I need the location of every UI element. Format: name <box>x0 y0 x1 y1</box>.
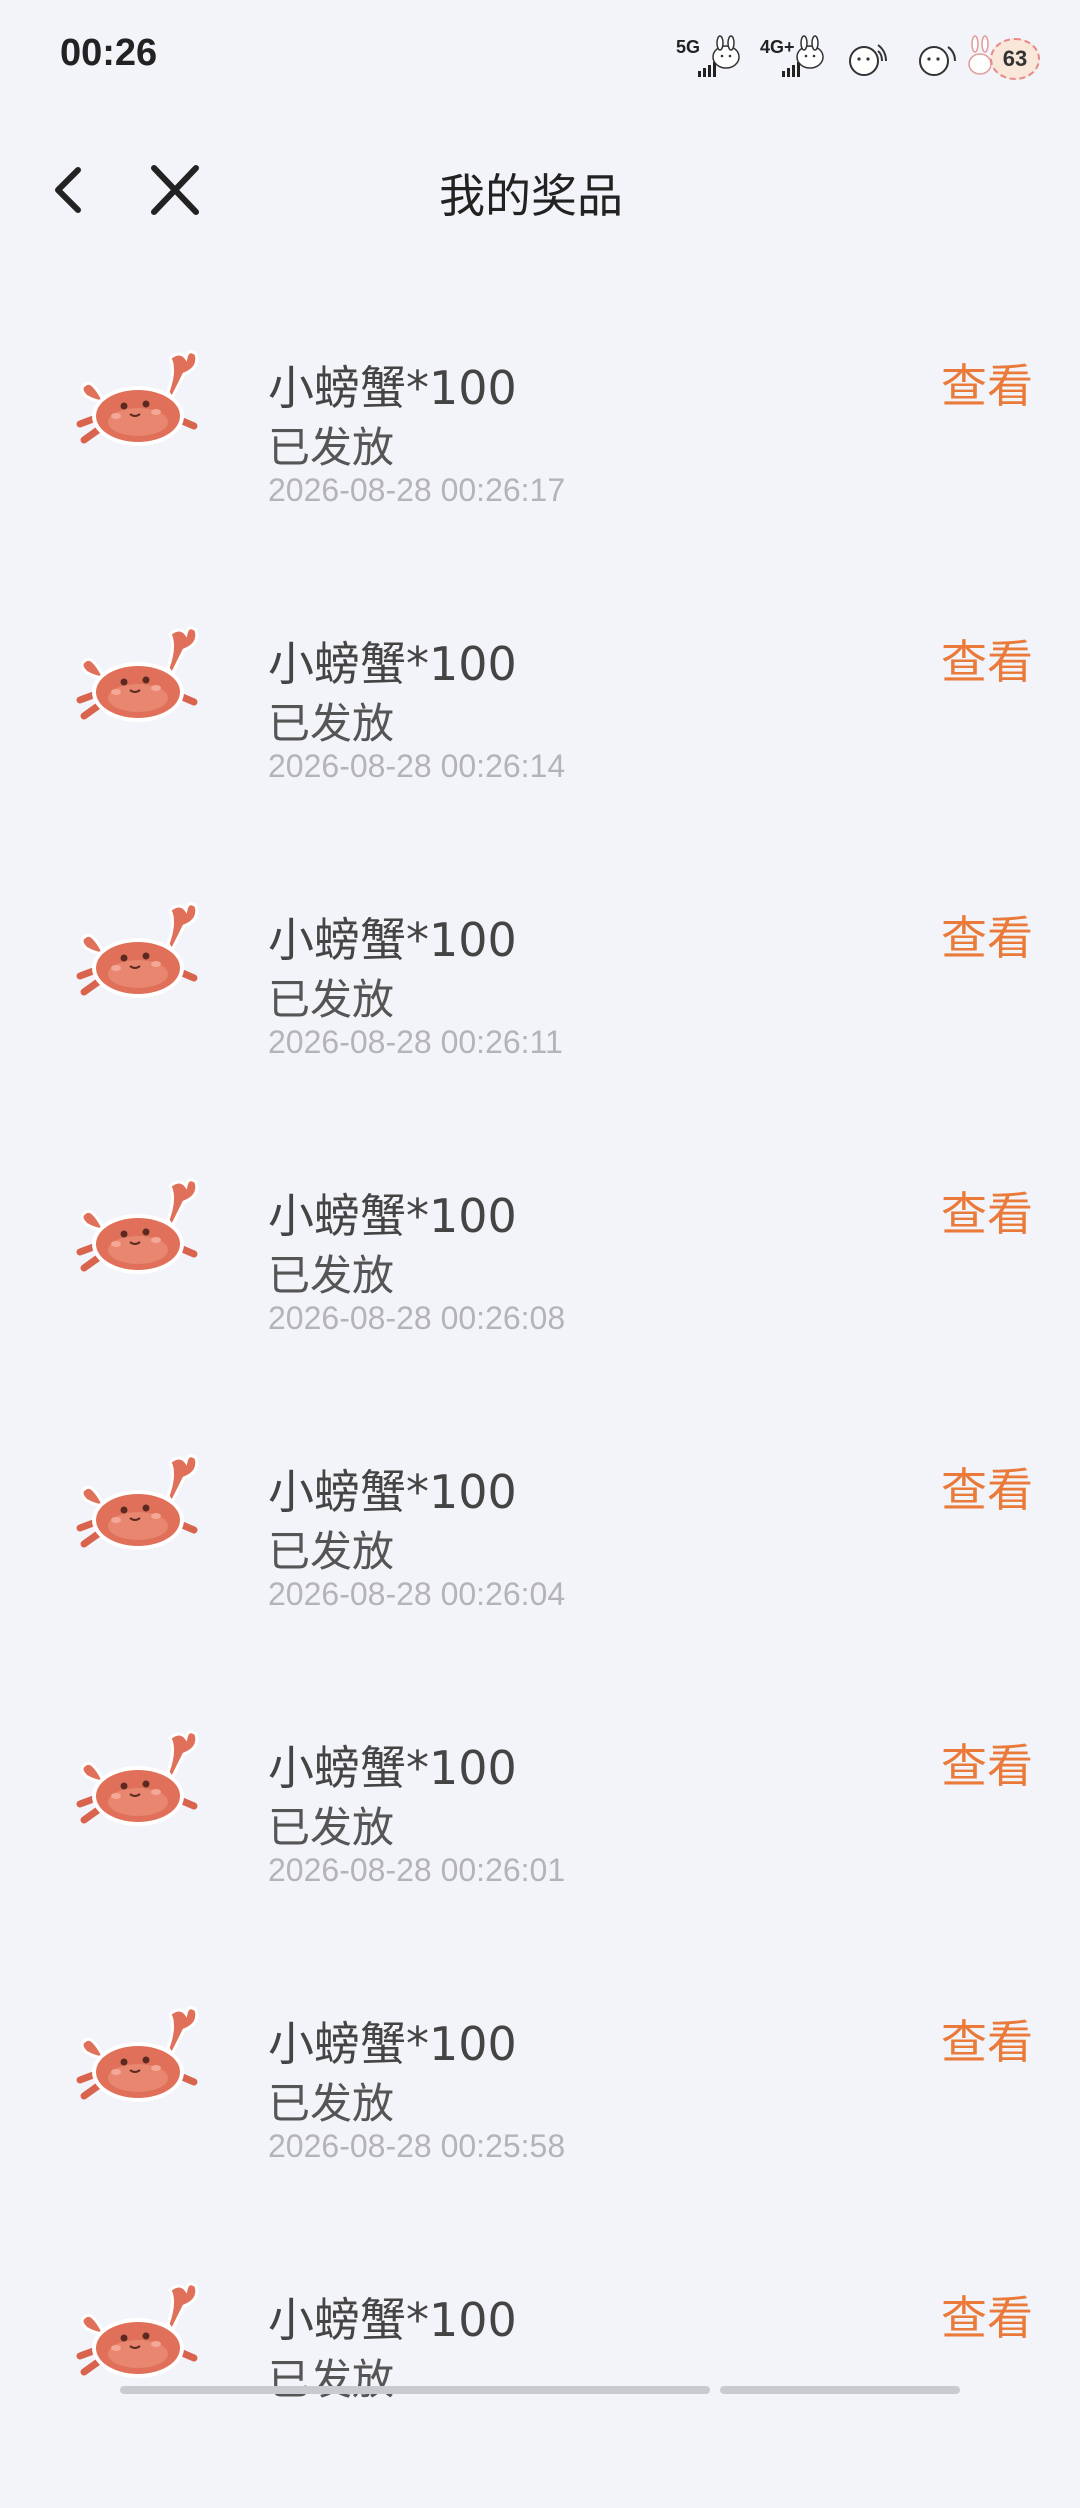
prize-item: 小螃蟹*100 已发放 2026-08-28 00:26:14 查看 <box>0 576 1080 852</box>
prize-name: 小螃蟹*100 <box>268 637 517 691</box>
status-time: 00:26 <box>60 32 158 74</box>
bunny-wifi-icon <box>919 46 956 76</box>
prize-time: 2026-08-28 00:26:11 <box>268 1024 563 1060</box>
prize-name: 小螃蟹*100 <box>268 1741 517 1795</box>
prize-time: 2026-08-28 00:26:14 <box>268 748 566 784</box>
prize-name: 小螃蟹*100 <box>268 2293 517 2347</box>
status-bar: 00:26 5G 4G+ 63 <box>0 0 1080 110</box>
page-title: 我的奖品 <box>439 169 623 223</box>
view-button[interactable]: 查看 <box>941 626 1033 692</box>
prize-item: 小螃蟹*100 已发放 2026-08-28 00:26:01 查看 <box>0 1680 1080 1956</box>
crab-icon <box>76 1730 199 1826</box>
prize-name: 小螃蟹*100 <box>268 1465 517 1519</box>
battery-icon: 63 <box>968 30 1040 82</box>
view-button[interactable]: 查看 <box>941 2006 1033 2072</box>
prize-item: 小螃蟹*100 已发放 2026-08-28 00:26:17 查看 <box>0 300 1080 576</box>
status-icons: 5G 4G+ 63 <box>676 28 1040 84</box>
prize-time: 2026-08-28 00:26:01 <box>268 1852 566 1888</box>
prize-status: 已发放 <box>268 423 395 472</box>
prize-time: 2026-08-28 00:26:17 <box>268 472 566 508</box>
prize-status: 已发放 <box>268 1527 395 1576</box>
prize-name: 小螃蟹*100 <box>268 1189 517 1243</box>
prize-item: 小螃蟹*100 已发放 查看 <box>0 2232 1080 2508</box>
view-button[interactable]: 查看 <box>941 2282 1033 2348</box>
signal-5g-icon: 5G <box>676 31 742 81</box>
crab-icon <box>76 902 199 998</box>
prize-list: 小螃蟹*100 已发放 2026-08-28 00:26:17 查看 小螃蟹*1… <box>0 300 1080 2508</box>
prize-status: 已发放 <box>268 975 395 1024</box>
prize-time: 2026-08-28 00:26:08 <box>268 1300 566 1336</box>
prize-name: 小螃蟹*100 <box>268 361 517 415</box>
crab-icon <box>76 626 199 722</box>
prize-time: 2026-08-28 00:26:04 <box>268 1576 566 1612</box>
view-button[interactable]: 查看 <box>941 1178 1033 1244</box>
wifi-icon <box>849 44 887 76</box>
crab-icon <box>76 2282 199 2378</box>
crab-icon <box>76 1454 199 1550</box>
signal-4g-icon: 4G+ <box>760 31 826 81</box>
prize-item: 小螃蟹*100 已发放 2026-08-28 00:26:11 查看 <box>0 852 1080 1128</box>
crab-icon <box>76 2006 199 2102</box>
prize-status: 已发放 <box>268 699 395 748</box>
view-button[interactable]: 查看 <box>941 1454 1033 1520</box>
prize-status: 已发放 <box>268 1251 395 1300</box>
prize-name: 小螃蟹*100 <box>268 913 517 967</box>
crab-icon <box>76 1178 199 1274</box>
prize-status: 已发放 <box>268 2355 395 2404</box>
home-indicator <box>120 2386 960 2394</box>
prize-item: 小螃蟹*100 已发放 2026-08-28 00:26:08 查看 <box>0 1128 1080 1404</box>
prize-item: 小螃蟹*100 已发放 2026-08-28 00:25:58 查看 <box>0 1956 1080 2232</box>
prize-item: 小螃蟹*100 已发放 2026-08-28 00:26:04 查看 <box>0 1404 1080 1680</box>
crab-icon <box>76 350 199 446</box>
view-button[interactable]: 查看 <box>941 902 1033 968</box>
prize-name: 小螃蟹*100 <box>268 2017 517 2071</box>
view-button[interactable]: 查看 <box>941 350 1033 416</box>
prize-time: 2026-08-28 00:25:58 <box>268 2128 566 2164</box>
view-button[interactable]: 查看 <box>941 1730 1033 1796</box>
nav-bar: 我的奖品 <box>0 130 1080 250</box>
prize-status: 已发放 <box>268 1803 395 1852</box>
prize-status: 已发放 <box>268 2079 395 2128</box>
